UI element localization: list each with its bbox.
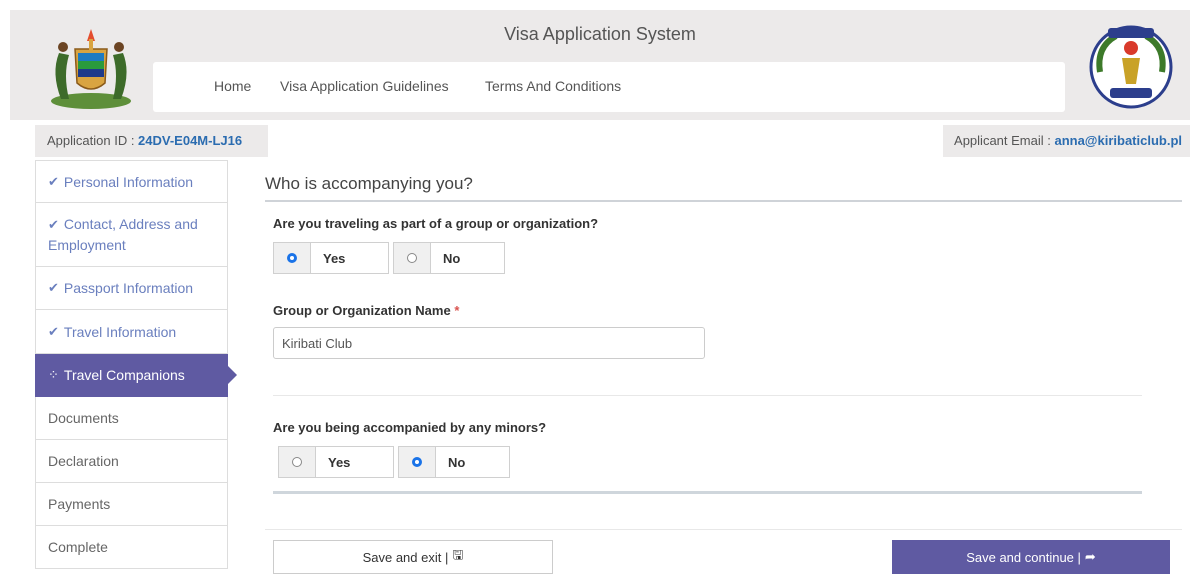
check-icon: ✔ — [48, 173, 59, 189]
sidebar-item-label: Personal Information — [63, 173, 194, 190]
group-question-label: Are you traveling as part of a group or … — [273, 216, 599, 231]
sidebar-item-contact-address[interactable]: ✔ Contact, Address and Employment — [35, 203, 228, 267]
section-title: Who is accompanying you? — [265, 174, 473, 193]
nav-guidelines-link[interactable]: Visa Application Guidelines — [280, 78, 449, 94]
minors-question-label: Are you being accompanied by any minors? — [273, 420, 547, 435]
radio-label: No — [448, 454, 466, 470]
coat-of-arms-logo — [51, 29, 131, 109]
divider — [265, 200, 1182, 202]
application-id-value: 24DV-E04M-LJ16 — [138, 133, 243, 148]
header: Visa Application System Home Visa Applic… — [10, 10, 1190, 120]
application-info-bar: Application ID : 24DV-E04M-LJ16 Applican… — [35, 125, 1190, 157]
radio-label: No — [443, 250, 461, 266]
sidebar-item-payments[interactable]: Payments — [35, 483, 228, 526]
applicant-email-value: anna@kiribaticlub.pl — [1054, 133, 1182, 148]
nav-home-link[interactable]: Home — [214, 78, 251, 94]
radio-unselected-icon — [292, 457, 302, 467]
sidebar-item-label: Documents — [48, 410, 119, 426]
minors-no-radio[interactable]: No — [398, 446, 510, 478]
sidebar-item-label: Passport Information — [63, 280, 194, 296]
check-icon: ✔ — [48, 280, 59, 295]
group-yes-radio[interactable]: Yes — [273, 242, 389, 274]
sidebar-item-travel-companions[interactable]: ⁘ Travel Companions — [35, 354, 237, 397]
share-arrow-icon: ➦ — [1084, 549, 1096, 564]
radio-selected-icon — [412, 457, 422, 467]
divider — [273, 395, 1142, 396]
sidebar-item-complete[interactable]: Complete — [35, 526, 228, 569]
minors-yes-radio[interactable]: Yes — [278, 446, 394, 478]
group-no-radio[interactable]: No — [393, 242, 505, 274]
save-and-exit-button[interactable]: Save and exit | 🖫 — [273, 540, 553, 574]
check-icon: ✔ — [48, 217, 59, 232]
sidebar-item-personal-information[interactable]: ✔ Personal Information — [35, 160, 228, 203]
sidebar-item-label: Payments — [48, 496, 111, 512]
save-and-continue-button[interactable]: Save and continue | ➦ — [892, 540, 1170, 574]
required-asterisk: * — [454, 303, 460, 318]
check-icon: ✔ — [48, 323, 59, 339]
button-label: Save and exit | — [362, 549, 449, 565]
sidebar-item-label: Travel Information — [63, 323, 177, 340]
radio-selected-icon — [287, 253, 297, 263]
application-id: Application ID : 24DV-E04M-LJ16 — [35, 125, 268, 157]
divider — [265, 529, 1182, 530]
main-navbar: Home Visa Application Guidelines Terms A… — [153, 62, 1065, 112]
radio-label: Yes — [323, 250, 346, 266]
sidebar-item-label: Complete — [48, 539, 108, 555]
floppy-disk-icon: 🖫 — [452, 547, 464, 562]
divider — [273, 491, 1142, 494]
sidebar-item-label: Travel Companions — [63, 367, 185, 383]
sidebar-item-label: Contact, Address and Employment — [48, 216, 198, 253]
sidebar-item-declaration[interactable]: Declaration — [35, 440, 228, 483]
group-name-input[interactable] — [273, 327, 705, 359]
steps-sidebar: ✔ Personal Information ✔ Contact, Address … — [35, 160, 237, 569]
applicant-email-label: Applicant Email : — [954, 133, 1055, 148]
nav-terms-link[interactable]: Terms And Conditions — [485, 78, 621, 94]
group-name-label: Group or Organization Name * — [273, 303, 459, 318]
sidebar-item-documents[interactable]: Documents — [35, 397, 228, 440]
application-id-label: Application ID : — [47, 133, 139, 148]
sidebar-item-passport-information[interactable]: ✔ Passport Information — [35, 267, 228, 310]
radio-unselected-icon — [407, 253, 417, 263]
radio-label: Yes — [328, 454, 351, 470]
button-label: Save and continue | — [966, 549, 1081, 565]
sidebar-item-travel-information[interactable]: ✔ Travel Information — [35, 310, 228, 354]
spinner-icon: ⁘ — [48, 367, 59, 382]
site-title: Visa Application System — [504, 24, 696, 44]
applicant-email: Applicant Email : anna@kiribaticlub.pl — [943, 125, 1190, 157]
group-name-label-text: Group or Organization Name — [273, 303, 451, 318]
sidebar-item-label: Declaration — [48, 453, 119, 469]
immigration-emblem-logo — [1089, 25, 1173, 109]
